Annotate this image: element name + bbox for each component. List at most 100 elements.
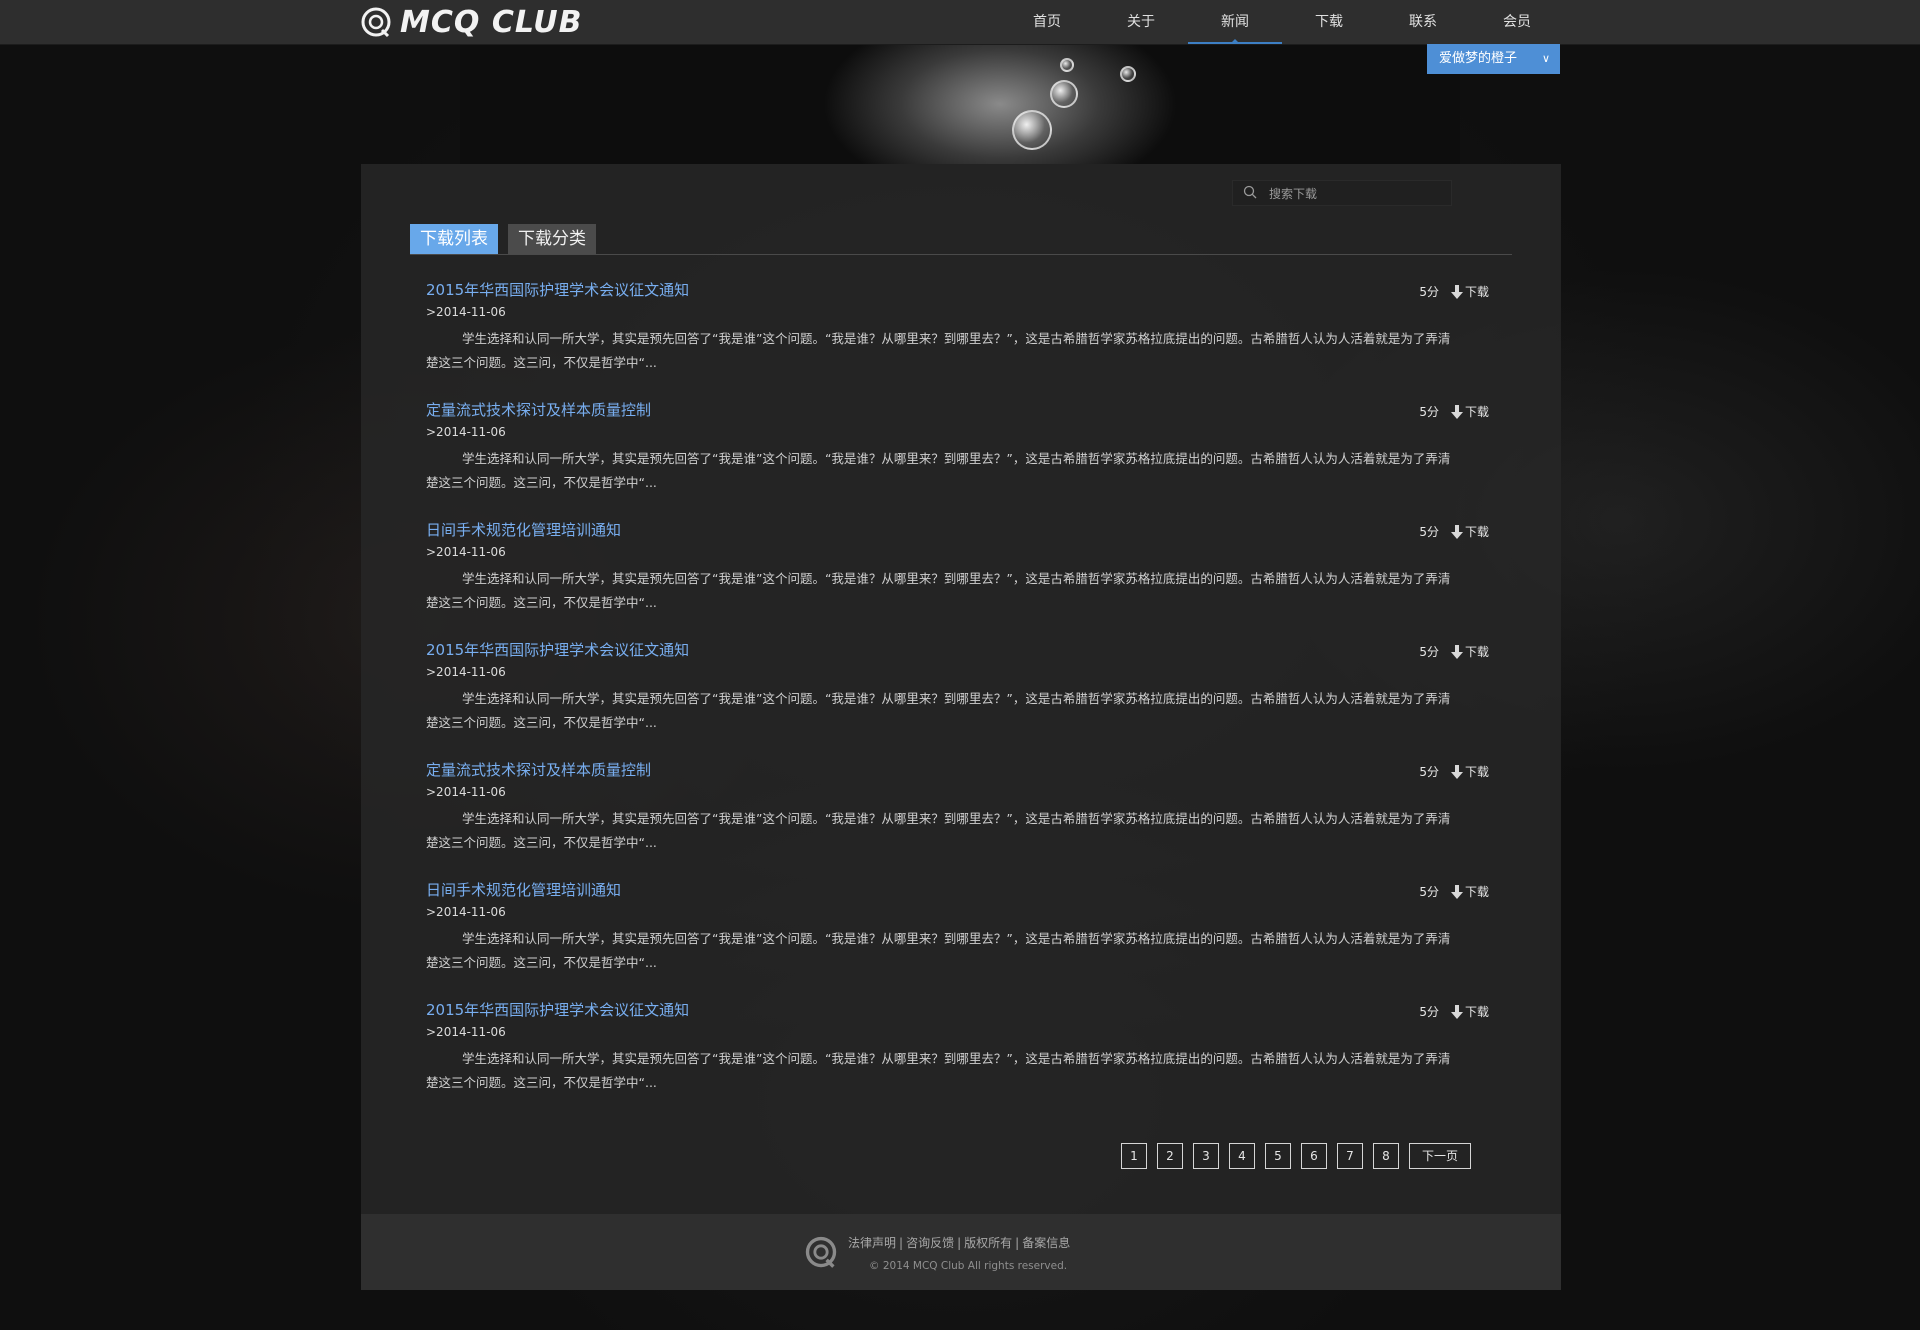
main-nav: 首页 关于 新闻 下载 联系 会员 <box>1000 0 1564 44</box>
nav-item-home[interactable]: 首页 <box>1000 0 1094 44</box>
item-score: 5分 <box>1419 525 1439 539</box>
mcq-logo-icon <box>361 7 391 38</box>
top-navbar: MCQ CLUB 首页 关于 新闻 下载 联系 会员 <box>0 0 1920 45</box>
page-button-2[interactable]: 2 <box>1157 1143 1183 1169</box>
nav-item-news[interactable]: 新闻 <box>1188 0 1282 44</box>
list-item: 2015年华西国际护理学术会议征文通知 >2014-11-06 学生选择和认同一… <box>426 279 1489 399</box>
footer-link-legal[interactable]: 法律声明 <box>848 1236 896 1250</box>
site-footer: 法律声明 | 咨询反馈 | 版权所有 | 备案信息 © 2014 MCQ Club All … <box>361 1214 1561 1290</box>
banner-bubble <box>1050 80 1078 108</box>
page-button-4[interactable]: 4 <box>1229 1143 1255 1169</box>
item-meta: 5分 下载 <box>1419 1003 1489 1020</box>
item-description: 学生选择和认同一所大学，其实是预先回答了“我是谁”这个问题。“我是谁？从哪里来？… <box>426 331 1451 370</box>
downloads-panel: 下载列表 下载分类 2015年华西国际护理学术会议征文通知 >2014-11-0… <box>361 164 1561 1214</box>
tab-download-list[interactable]: 下载列表 <box>410 224 498 254</box>
download-button[interactable]: 下载 <box>1450 643 1489 660</box>
item-description: 学生选择和认同一所大学，其实是预先回答了“我是谁”这个问题。“我是谁？从哪里来？… <box>426 691 1451 730</box>
search-box <box>1232 180 1452 207</box>
item-date: >2014-11-06 <box>426 305 506 319</box>
logo-text: MCQ CLUB <box>400 4 583 40</box>
item-description: 学生选择和认同一所大学，其实是预先回答了“我是谁”这个问题。“我是谁？从哪里来？… <box>426 451 1451 490</box>
page-button-6[interactable]: 6 <box>1301 1143 1327 1169</box>
user-dropdown[interactable]: 爱做梦的橙子 ∨ <box>1427 44 1560 74</box>
footer-link-icp[interactable]: 备案信息 <box>1022 1236 1070 1250</box>
list-item: 日间手术规范化管理培训通知 >2014-11-06 学生选择和认同一所大学，其实… <box>426 879 1489 999</box>
download-arrow-icon <box>1450 284 1463 299</box>
pagination: 1 2 3 4 5 6 7 8 下一页 <box>1111 1143 1471 1169</box>
hero-banner <box>460 44 1460 164</box>
item-description: 学生选择和认同一所大学，其实是预先回答了“我是谁”这个问题。“我是谁？从哪里来？… <box>426 571 1451 610</box>
download-button[interactable]: 下载 <box>1450 763 1489 780</box>
footer-link-copyright[interactable]: 版权所有 <box>964 1236 1012 1250</box>
item-meta: 5分 下载 <box>1419 883 1489 900</box>
download-button[interactable]: 下载 <box>1450 1003 1489 1020</box>
item-description: 学生选择和认同一所大学，其实是预先回答了“我是谁”这个问题。“我是谁？从哪里来？… <box>426 931 1451 970</box>
item-meta: 5分 下载 <box>1419 403 1489 420</box>
item-meta: 5分 下载 <box>1419 283 1489 300</box>
mcq-logo-icon <box>805 1236 837 1268</box>
download-list: 2015年华西国际护理学术会议征文通知 >2014-11-06 学生选择和认同一… <box>426 279 1489 1119</box>
download-label: 下载 <box>1464 765 1489 779</box>
footer-link-feedback[interactable]: 咨询反馈 <box>906 1236 954 1250</box>
tab-download-category[interactable]: 下载分类 <box>508 224 596 254</box>
item-meta: 5分 下载 <box>1419 763 1489 780</box>
download-label: 下载 <box>1464 645 1489 659</box>
user-name: 爱做梦的橙子 <box>1439 51 1518 66</box>
download-button[interactable]: 下载 <box>1450 403 1489 420</box>
item-score: 5分 <box>1419 885 1439 899</box>
footer-links: 法律声明 | 咨询反馈 | 版权所有 | 备案信息 <box>848 1234 1070 1251</box>
item-title-link[interactable]: 日间手术规范化管理培训通知 <box>426 879 621 901</box>
page-button-5[interactable]: 5 <box>1265 1143 1291 1169</box>
item-meta: 5分 下载 <box>1419 643 1489 660</box>
list-item: 2015年华西国际护理学术会议征文通知 >2014-11-06 学生选择和认同一… <box>426 999 1489 1119</box>
copyright-text: © 2014 MCQ Club All rights reserved. <box>869 1260 1068 1272</box>
item-date: >2014-11-06 <box>426 545 506 559</box>
search-icon <box>1243 185 1257 199</box>
banner-bubble <box>1060 58 1074 72</box>
page-button-3[interactable]: 3 <box>1193 1143 1219 1169</box>
page-button-1[interactable]: 1 <box>1121 1143 1147 1169</box>
item-date: >2014-11-06 <box>426 665 506 679</box>
banner-bubble <box>1012 110 1052 150</box>
item-score: 5分 <box>1419 765 1439 779</box>
item-title-link[interactable]: 日间手术规范化管理培训通知 <box>426 519 621 541</box>
separator: | <box>957 1236 962 1250</box>
nav-item-contact[interactable]: 联系 <box>1376 0 1470 44</box>
nav-item-about[interactable]: 关于 <box>1094 0 1188 44</box>
download-label: 下载 <box>1464 405 1489 419</box>
tab-divider <box>410 254 1512 255</box>
download-button[interactable]: 下载 <box>1450 523 1489 540</box>
nav-item-download[interactable]: 下载 <box>1282 0 1376 44</box>
item-title-link[interactable]: 2015年华西国际护理学术会议征文通知 <box>426 279 689 301</box>
item-score: 5分 <box>1419 1005 1439 1019</box>
item-title-link[interactable]: 2015年华西国际护理学术会议征文通知 <box>426 639 689 661</box>
item-date: >2014-11-06 <box>426 1025 506 1039</box>
item-title-link[interactable]: 定量流式技术探讨及样本质量控制 <box>426 759 651 781</box>
item-score: 5分 <box>1419 645 1439 659</box>
next-page-button[interactable]: 下一页 <box>1409 1143 1471 1169</box>
download-button[interactable]: 下载 <box>1450 283 1489 300</box>
download-arrow-icon <box>1450 404 1463 419</box>
download-label: 下载 <box>1464 525 1489 539</box>
item-score: 5分 <box>1419 405 1439 419</box>
item-title-link[interactable]: 定量流式技术探讨及样本质量控制 <box>426 399 651 421</box>
page-button-7[interactable]: 7 <box>1337 1143 1363 1169</box>
download-button[interactable]: 下载 <box>1450 883 1489 900</box>
item-meta: 5分 下载 <box>1419 523 1489 540</box>
search-input[interactable] <box>1267 181 1451 207</box>
download-label: 下载 <box>1464 885 1489 899</box>
item-date: >2014-11-06 <box>426 785 506 799</box>
download-label: 下载 <box>1464 285 1489 299</box>
nav-item-member[interactable]: 会员 <box>1470 0 1564 44</box>
item-score: 5分 <box>1419 285 1439 299</box>
item-title-link[interactable]: 2015年华西国际护理学术会议征文通知 <box>426 999 689 1021</box>
site-logo[interactable]: MCQ CLUB <box>360 4 583 40</box>
download-arrow-icon <box>1450 1004 1463 1019</box>
list-item: 日间手术规范化管理培训通知 >2014-11-06 学生选择和认同一所大学，其实… <box>426 519 1489 639</box>
download-tabs: 下载列表 下载分类 <box>410 224 606 254</box>
download-arrow-icon <box>1450 524 1463 539</box>
download-arrow-icon <box>1450 644 1463 659</box>
item-description: 学生选择和认同一所大学，其实是预先回答了“我是谁”这个问题。“我是谁？从哪里来？… <box>426 811 1451 850</box>
page-button-8[interactable]: 8 <box>1373 1143 1399 1169</box>
download-arrow-icon <box>1450 884 1463 899</box>
